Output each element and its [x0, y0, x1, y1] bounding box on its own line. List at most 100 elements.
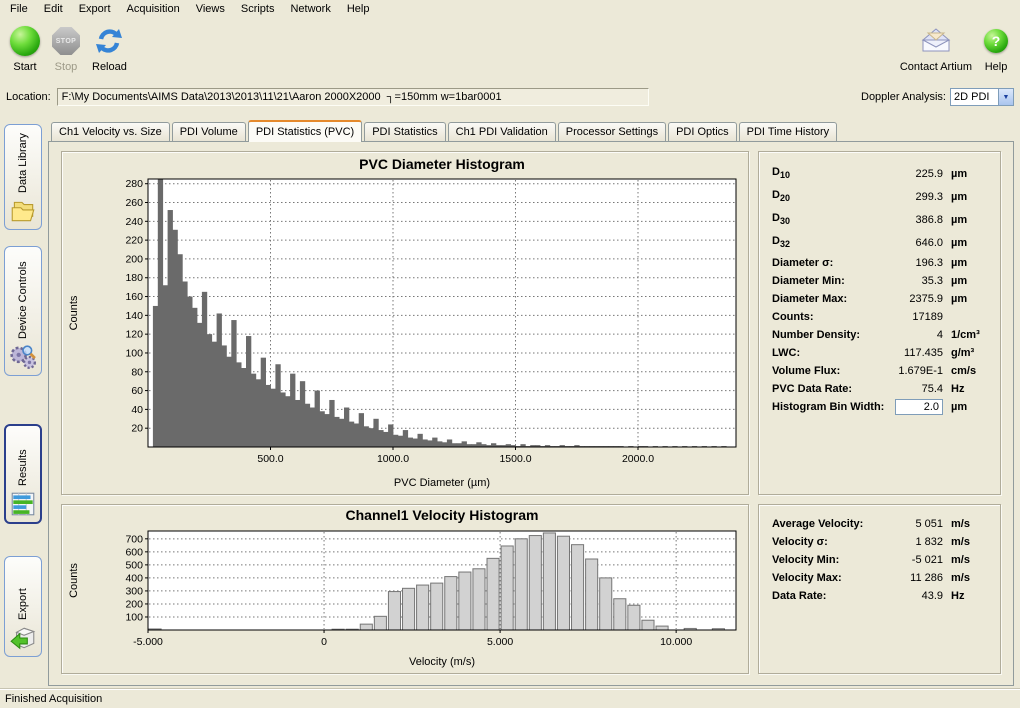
gears-icon [9, 343, 37, 371]
help-icon: ? [984, 29, 1008, 53]
svg-text:500.0: 500.0 [257, 453, 283, 465]
stat-unit: m/s [943, 536, 987, 548]
location-label: Location: [6, 91, 51, 103]
svg-text:1500.0: 1500.0 [499, 453, 531, 465]
doppler-analysis-select[interactable]: 2D PDI ▼ [950, 88, 1014, 106]
envelope-icon [920, 24, 952, 58]
svg-text:1000.0: 1000.0 [377, 453, 409, 465]
svg-text:200: 200 [125, 253, 143, 265]
menu-item-acquisition[interactable]: Acquisition [119, 0, 188, 18]
stat-label: D20 [772, 189, 790, 203]
stat-row: Velocity Max:11 286m/s [772, 569, 987, 587]
svg-text:10.000: 10.000 [660, 636, 692, 648]
pvc-histogram-panel: 2040608010012014016018020022024026028050… [61, 151, 749, 495]
menu-item-edit[interactable]: Edit [36, 0, 71, 18]
svg-text:-5.000: -5.000 [133, 636, 163, 648]
tab-pdi-optics[interactable]: PDI Optics [668, 122, 737, 141]
stat-row: Data Rate: 43.9Hz [772, 587, 987, 605]
svg-text:180: 180 [125, 272, 143, 284]
stat-unit: Hz [943, 590, 987, 602]
stat-value: 5 051 [885, 518, 943, 530]
start-button[interactable]: Start [10, 24, 40, 73]
contact-artium-label: Contact Artium [900, 61, 972, 73]
sidebar-item-results[interactable]: Results [4, 424, 42, 524]
stat-row: Diameter σ:196.3µm [772, 254, 987, 272]
stop-icon: STOP [52, 27, 80, 55]
tab-pdi-time-history[interactable]: PDI Time History [739, 122, 838, 141]
stop-button[interactable]: STOP Stop [52, 24, 80, 73]
stat-label: Velocity σ: [772, 536, 828, 548]
stat-unit: cm/s [943, 365, 987, 377]
svg-text:5.000: 5.000 [487, 636, 513, 648]
stat-value: 2375.9 [885, 293, 943, 305]
doppler-analysis-label: Doppler Analysis: [861, 91, 946, 103]
tab-pdi-statistics-pvc[interactable]: PDI Statistics (PVC) [248, 120, 362, 142]
stat-row: Average Velocity:5 051m/s [772, 515, 987, 533]
stat-value: 196.3 [885, 257, 943, 269]
svg-text:280: 280 [125, 178, 143, 190]
reload-button[interactable]: Reload [92, 24, 127, 73]
stat-row: Histogram Bin Width: µm [772, 398, 987, 416]
contact-artium-button[interactable]: Contact Artium [900, 24, 972, 73]
tab-pdi-statistics[interactable]: PDI Statistics [364, 122, 445, 141]
stat-unit: µm [943, 293, 987, 305]
svg-text:Channel1 Velocity Histogram: Channel1 Velocity Histogram [346, 507, 539, 523]
location-bar: Location: F:\My Documents\AIMS Data\2013… [0, 84, 1020, 110]
sidebar-item-data-library[interactable]: Data Library [4, 124, 42, 230]
stat-value: -5 021 [885, 554, 943, 566]
app-window: FileEditExportAcquisitionViewsScriptsNet… [0, 0, 1020, 708]
menu-item-scripts[interactable]: Scripts [233, 0, 283, 18]
stat-value: 4 [885, 329, 943, 341]
stat-row: PVC Data Rate:75.4Hz [772, 380, 987, 398]
stat-row: Diameter Min:35.3µm [772, 272, 987, 290]
stat-value: 43.9 [885, 590, 943, 602]
status-bar: Finished Acquisition [0, 688, 1020, 708]
tab-ch1-velocity-vs-size[interactable]: Ch1 Velocity vs. Size [51, 122, 170, 141]
stat-unit: µm [943, 275, 987, 287]
sidebar-item-device-controls[interactable]: Device Controls [4, 246, 42, 376]
menu-item-file[interactable]: File [2, 0, 36, 18]
toolbar: Start STOP Stop Reload [0, 18, 1020, 82]
stat-unit: m/s [943, 572, 987, 584]
menu-item-help[interactable]: Help [339, 0, 378, 18]
svg-text:160: 160 [125, 291, 143, 303]
sidebar-item-export[interactable]: Export [4, 556, 42, 657]
histogram-bin-width-input[interactable] [895, 399, 943, 415]
tab-processor-settings[interactable]: Processor Settings [558, 122, 666, 141]
stat-unit: 1/cm³ [943, 329, 987, 341]
stat-unit: µm [943, 191, 987, 203]
svg-text:100: 100 [125, 611, 143, 623]
svg-text:400: 400 [125, 572, 143, 584]
svg-text:260: 260 [125, 197, 143, 209]
location-input[interactable]: F:\My Documents\AIMS Data\2013\2013\11\2… [57, 88, 649, 106]
stat-unit: m/s [943, 554, 987, 566]
menu-item-network[interactable]: Network [282, 0, 338, 18]
help-button[interactable]: ? Help [984, 24, 1008, 73]
tab-ch1-pdi-validation[interactable]: Ch1 PDI Validation [448, 122, 556, 141]
sidebar: Data Library Device Controls Results Export [0, 110, 48, 686]
menu-item-export[interactable]: Export [71, 0, 119, 18]
status-text: Finished Acquisition [5, 693, 102, 705]
stat-label: Data Rate: [772, 590, 826, 602]
stat-value: 386.8 [885, 214, 943, 226]
start-icon [10, 26, 40, 56]
stat-label: Volume Flux: [772, 365, 840, 377]
stat-label: Histogram Bin Width: [772, 401, 884, 413]
svg-text:300: 300 [125, 585, 143, 597]
velocity-stats-panel: Average Velocity:5 051m/sVelocity σ:1 83… [758, 504, 1001, 674]
svg-text:PVC Diameter Histogram: PVC Diameter Histogram [359, 156, 525, 172]
stat-unit: m/s [943, 518, 987, 530]
tab-pdi-volume[interactable]: PDI Volume [172, 122, 246, 141]
stat-label: Velocity Max: [772, 572, 842, 584]
stat-label: Diameter Min: [772, 275, 845, 287]
svg-text:120: 120 [125, 329, 143, 341]
reload-label: Reload [92, 61, 127, 73]
stat-value: 75.4 [885, 383, 943, 395]
doppler-analysis-value: 2D PDI [951, 91, 998, 103]
stat-unit: µm [943, 401, 987, 413]
menu-item-views[interactable]: Views [188, 0, 233, 18]
stat-row: D32646.0µm [772, 231, 987, 254]
svg-text:140: 140 [125, 310, 143, 322]
diameter-stats-panel: D10225.9µmD20299.3µmD30386.8µmD32646.0µm… [758, 151, 1001, 495]
sidebar-item-label: Device Controls [17, 255, 29, 339]
